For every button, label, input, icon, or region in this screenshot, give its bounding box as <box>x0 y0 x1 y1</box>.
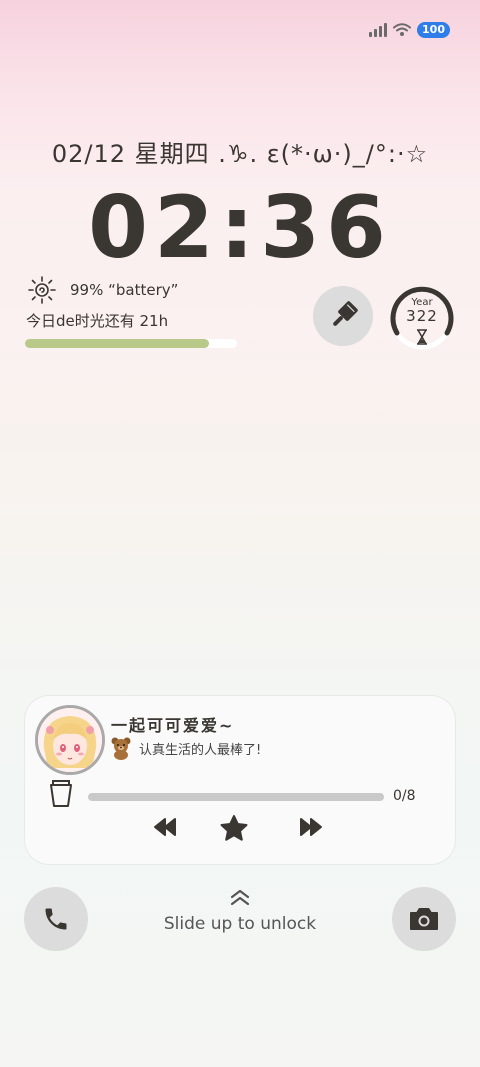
battery-badge: 100 <box>417 22 450 38</box>
song-subtitle: 认真生活的人最棒了! <box>139 742 262 758</box>
music-player-card[interactable]: 一起可可爱爱~ 认真生活的人最棒了! 0/8 <box>25 696 455 864</box>
status-bar: 100 <box>369 22 450 38</box>
daylight-progress <box>25 339 237 348</box>
signal-icon <box>369 23 388 37</box>
theme-button[interactable] <box>313 286 373 346</box>
date-line: 02/12 星期四 .♑. ε(*·ω·)_/°:·☆ <box>51 140 429 168</box>
sun-icon <box>28 276 56 304</box>
avatar <box>35 705 105 775</box>
prev-icon[interactable] <box>152 814 178 840</box>
seek-bar[interactable] <box>88 793 384 801</box>
track-count: 0/8 <box>393 788 416 804</box>
camera-button[interactable] <box>392 887 456 951</box>
song-subtitle-row: 认真生活的人最棒了! <box>109 736 261 760</box>
next-icon[interactable] <box>298 814 324 840</box>
star-icon[interactable] <box>219 814 249 842</box>
brush-icon <box>333 301 358 326</box>
battery-text: 99% “battery” <box>70 281 179 299</box>
year-value: 322 <box>406 307 438 325</box>
hourglass-icon <box>417 329 427 345</box>
chevron-up-icon <box>230 889 250 906</box>
wifi-icon <box>393 23 412 36</box>
clock: 02:36 <box>88 178 392 278</box>
cup-icon[interactable] <box>48 778 74 808</box>
daylight-progress-fill <box>25 339 210 348</box>
camera-icon <box>410 908 438 930</box>
teddy-bear-icon <box>111 737 131 760</box>
daylight-text: 今日de时光还有 21h <box>26 312 169 330</box>
battery-row: 99% “battery” <box>26 276 178 304</box>
song-title: 一起可可爱爱~ <box>111 716 235 735</box>
year-progress-widget: Year 322 <box>389 285 455 351</box>
